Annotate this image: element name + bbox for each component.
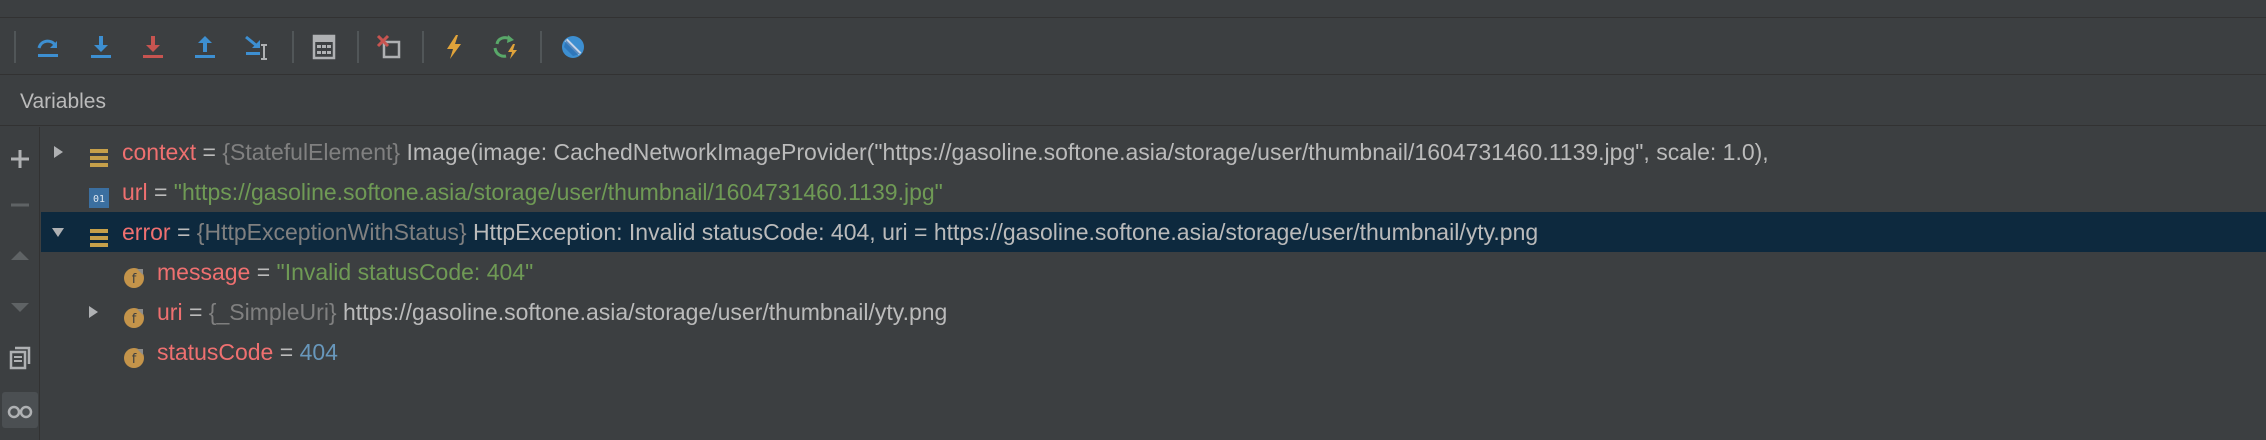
field-icon: f — [123, 341, 145, 368]
dart-devtools-icon — [562, 36, 584, 58]
remove-icon — [11, 203, 29, 207]
variable-value: 404 — [299, 339, 338, 365]
step-into-icon — [91, 36, 111, 58]
equals-sign: = — [182, 299, 209, 325]
variable-row-selected[interactable]: error = {HttpExceptionWithStatus} HttpEx… — [41, 212, 2266, 252]
svg-text:01: 01 — [93, 194, 105, 205]
svg-text:f: f — [132, 352, 137, 367]
dart-devtools-button[interactable] — [555, 29, 591, 65]
variable-value: https://gasoline.softone.asia/storage/us… — [343, 299, 948, 325]
field-icon: f — [123, 261, 145, 288]
variable-name: message — [157, 259, 251, 285]
step-out-button[interactable] — [187, 29, 223, 65]
evaluate-expression-icon — [312, 34, 336, 60]
copy-icon — [9, 346, 31, 370]
variable-type: {_SimpleUri} — [208, 299, 344, 325]
svg-text:f: f — [132, 312, 137, 327]
move-down-icon — [11, 303, 29, 312]
add-watch-button[interactable] — [2, 141, 38, 177]
toolbar-separator — [540, 31, 542, 63]
variable-name: uri — [157, 299, 183, 325]
expand-arrow-icon[interactable] — [82, 292, 104, 332]
drop-frame-button[interactable] — [371, 29, 407, 65]
step-over-icon — [37, 39, 58, 57]
run-to-cursor-button[interactable] — [239, 29, 275, 65]
variable-text: statusCode = 404 — [157, 332, 338, 372]
variable-value: "https://gasoline.softone.asia/storage/u… — [173, 179, 943, 205]
variable-text: error = {HttpExceptionWithStatus} HttpEx… — [122, 212, 1538, 252]
hot-reload-icon — [447, 35, 461, 59]
primitive-icon: 01 — [88, 181, 110, 208]
hot-restart-button[interactable] — [488, 29, 524, 65]
equals-sign: = — [273, 339, 300, 365]
copy-button[interactable] — [2, 340, 38, 376]
variable-value: Image(image: CachedNetworkImageProvider(… — [406, 139, 1769, 165]
object-icon — [88, 141, 110, 167]
panel-title: Variables — [20, 90, 106, 113]
variables-tree: context = {StatefulElement} Image(image:… — [41, 127, 2266, 440]
move-down-button[interactable] — [2, 289, 38, 325]
variable-row[interactable]: f statusCode = 404 — [41, 332, 2266, 372]
hot-restart-icon — [493, 35, 517, 59]
force-step-into-icon — [143, 36, 163, 58]
variable-row[interactable]: context = {StatefulElement} Image(image:… — [41, 132, 2266, 172]
variable-name: error — [122, 219, 171, 245]
equals-sign: = — [147, 179, 174, 205]
glasses-icon — [7, 405, 33, 419]
variable-text: message = "Invalid statusCode: 404" — [157, 252, 533, 292]
variable-name: statusCode — [157, 339, 274, 365]
move-up-icon — [11, 251, 29, 260]
collapse-arrow-icon[interactable] — [47, 212, 69, 252]
run-to-cursor-icon — [245, 35, 267, 60]
variable-name: context — [122, 139, 197, 165]
variable-type: {HttpExceptionWithStatus} — [196, 219, 473, 245]
top-strip — [0, 0, 2266, 18]
variables-sidebar — [0, 127, 40, 440]
remove-watch-button[interactable] — [2, 187, 38, 223]
step-over-button[interactable] — [30, 29, 66, 65]
variables-header: Variables — [0, 76, 2266, 126]
variable-text: url = "https://gasoline.softone.asia/sto… — [122, 172, 943, 212]
variable-value: "Invalid statusCode: 404" — [276, 259, 534, 285]
move-up-button[interactable] — [2, 238, 38, 274]
object-icon — [88, 221, 110, 247]
variable-type: {StatefulElement} — [222, 139, 407, 165]
drop-frame-icon — [376, 34, 401, 59]
variable-text: context = {StatefulElement} Image(image:… — [122, 132, 1769, 172]
expand-arrow-icon[interactable] — [47, 132, 69, 172]
variable-row[interactable]: 01 url = "https://gasoline.softone.asia/… — [41, 172, 2266, 212]
add-watch-icon — [11, 150, 29, 168]
step-out-icon — [195, 36, 215, 58]
variable-row[interactable]: f message = "Invalid statusCode: 404" — [41, 252, 2266, 292]
toolbar-separator — [14, 31, 16, 63]
force-step-into-button[interactable] — [135, 29, 171, 65]
svg-text:f: f — [132, 272, 137, 287]
variable-name: url — [122, 179, 148, 205]
equals-sign: = — [196, 139, 223, 165]
evaluate-expression-button[interactable] — [306, 29, 342, 65]
equals-sign: = — [170, 219, 197, 245]
toolbar-separator — [292, 31, 294, 63]
hot-reload-button[interactable] — [436, 29, 472, 65]
variable-value: HttpException: Invalid statusCode: 404, … — [472, 219, 1539, 245]
step-into-button[interactable] — [83, 29, 119, 65]
toolbar-separator — [357, 31, 359, 63]
show-watches-button[interactable] — [2, 392, 38, 428]
variable-text: uri = {_SimpleUri} https://gasoline.soft… — [157, 292, 947, 332]
debugger-toolbar — [0, 19, 2266, 75]
field-icon: f — [123, 301, 145, 328]
toolbar-separator — [422, 31, 424, 63]
variable-row[interactable]: f uri = {_SimpleUri} https://gasoline.so… — [41, 292, 2266, 332]
equals-sign: = — [250, 259, 277, 285]
